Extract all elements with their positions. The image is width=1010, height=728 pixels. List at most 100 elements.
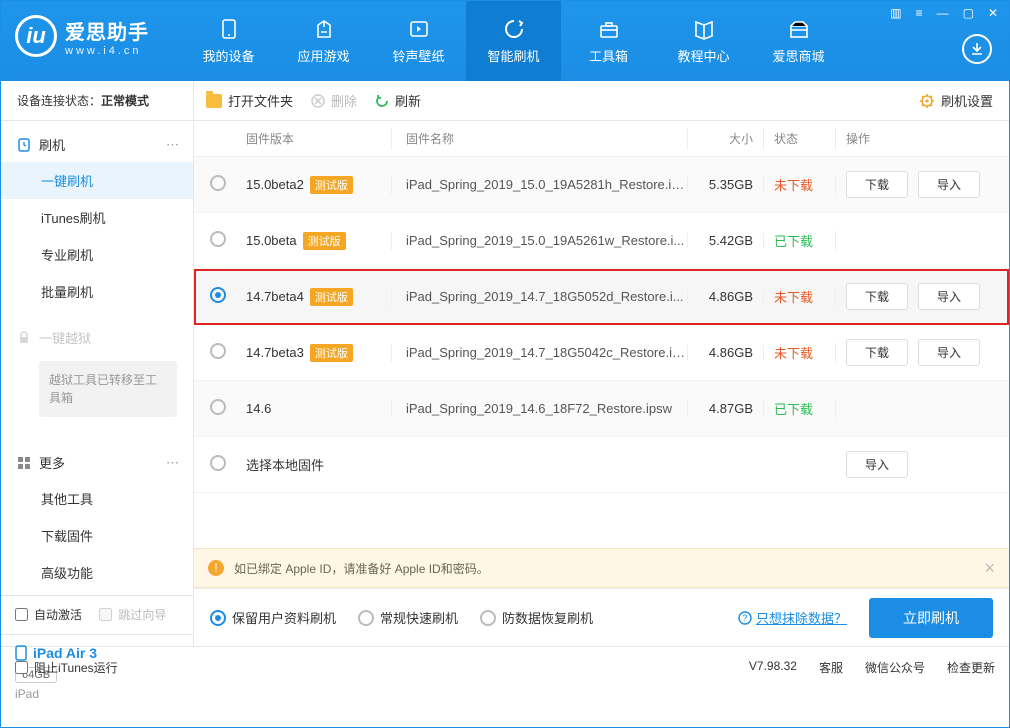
row-radio[interactable] — [210, 175, 226, 191]
header-version[interactable]: 固件版本 — [242, 128, 392, 150]
content-area: 打开文件夹 删除 刷新 刷机设置 固件版本 固件名称 大小 状态 操作 15.0… — [194, 81, 1009, 646]
mode-anti-recover[interactable]: 防数据恢复刷机 — [480, 608, 593, 627]
support-link[interactable]: 客服 — [819, 659, 843, 676]
sidebar-item-flash-3[interactable]: 批量刷机 — [1, 273, 193, 310]
sidebar-head-flash[interactable]: 刷机 ⋯ — [1, 127, 193, 162]
nav-item-5[interactable]: 教程中心 — [656, 1, 751, 81]
table-row[interactable]: 14.6iPad_Spring_2019_14.6_18F72_Restore.… — [194, 381, 1009, 437]
open-folder-button[interactable]: 打开文件夹 — [206, 91, 293, 110]
version-label: V7.98.32 — [749, 659, 797, 676]
mode-keep-data[interactable]: 保留用户资料刷机 — [210, 608, 336, 627]
nav-icon — [217, 18, 241, 40]
nav-item-0[interactable]: 我的设备 — [181, 1, 276, 81]
skin-icon[interactable]: ▥ — [886, 4, 905, 22]
table-body: 15.0beta2测试版iPad_Spring_2019_15.0_19A528… — [194, 157, 1009, 493]
row-radio[interactable] — [210, 399, 226, 415]
nav-icon — [597, 18, 621, 40]
sidebar-item-more-0[interactable]: 其他工具 — [1, 480, 193, 517]
beta-badge: 测试版 — [310, 176, 353, 194]
header-name[interactable]: 固件名称 — [392, 128, 688, 150]
download-button[interactable]: 下载 — [846, 171, 908, 198]
import-button[interactable]: 导入 — [846, 451, 908, 478]
table-header: 固件版本 固件名称 大小 状态 操作 — [194, 121, 1009, 157]
import-button[interactable]: 导入 — [918, 171, 980, 198]
top-nav: 我的设备应用游戏铃声壁纸智能刷机工具箱教程中心爱思商城 — [181, 1, 846, 81]
table-row[interactable]: 14.7beta4测试版iPad_Spring_2019_14.7_18G505… — [194, 269, 1009, 325]
header-size[interactable]: 大小 — [688, 128, 764, 150]
collapse-icon[interactable]: ⋯ — [166, 455, 177, 471]
table-row[interactable]: 14.7beta3测试版iPad_Spring_2019_14.7_18G504… — [194, 325, 1009, 381]
app-header: iu 爱思助手 www.i4.cn 我的设备应用游戏铃声壁纸智能刷机工具箱教程中… — [1, 1, 1009, 81]
auto-activate-checkbox[interactable]: 自动激活 — [15, 606, 82, 623]
wechat-link[interactable]: 微信公众号 — [865, 659, 925, 676]
row-filename: iPad_Spring_2019_15.0_19A5281h_Restore.i… — [406, 177, 687, 192]
mode-fast[interactable]: 常规快速刷机 — [358, 608, 458, 627]
download-manager-button[interactable] — [962, 34, 992, 64]
device-type: iPad — [15, 687, 179, 701]
menu-icon[interactable]: ≡ — [912, 4, 927, 22]
download-button[interactable]: 下载 — [846, 283, 908, 310]
row-filename: iPad_Spring_2019_14.6_18F72_Restore.ipsw — [406, 401, 687, 416]
row-filename: iPad_Spring_2019_14.7_18G5052d_Restore.i… — [406, 289, 687, 304]
row-radio[interactable] — [210, 343, 226, 359]
flash-settings-button[interactable]: 刷机设置 — [941, 91, 993, 110]
sidebar-head-more[interactable]: 更多 ⋯ — [1, 445, 193, 480]
sidebar-item-flash-1[interactable]: iTunes刷机 — [1, 199, 193, 236]
block-itunes-checkbox[interactable]: 阻止iTunes运行 — [15, 659, 118, 676]
nav-item-6[interactable]: 爱思商城 — [751, 1, 846, 81]
svg-text:?: ? — [742, 613, 747, 623]
table-row[interactable]: 15.0beta2测试版iPad_Spring_2019_15.0_19A528… — [194, 157, 1009, 213]
table-row-local[interactable]: 选择本地固件 导入 — [194, 437, 1009, 493]
delete-icon — [311, 94, 325, 108]
skip-guide-checkbox[interactable]: 跳过向导 — [99, 606, 166, 623]
row-filename: iPad_Spring_2019_15.0_19A5261w_Restore.i… — [406, 233, 687, 248]
minimize-icon[interactable]: — — [933, 4, 953, 22]
nav-item-1[interactable]: 应用游戏 — [276, 1, 371, 81]
close-hint-button[interactable]: × — [984, 558, 995, 579]
refresh-button[interactable]: 刷新 — [375, 91, 421, 110]
import-button[interactable]: 导入 — [918, 283, 980, 310]
download-button[interactable]: 下载 — [846, 339, 908, 366]
header-status[interactable]: 状态 — [764, 128, 836, 150]
row-status: 已下载 — [774, 234, 813, 249]
info-icon: ? — [738, 611, 752, 625]
brand-subtitle: www.i4.cn — [65, 45, 149, 57]
maximize-icon[interactable]: ▢ — [959, 4, 978, 22]
row-radio[interactable] — [210, 231, 226, 247]
erase-only-link[interactable]: ? 只想抹除数据？ — [738, 608, 847, 627]
sidebar-item-flash-0[interactable]: 一键刷机 — [1, 162, 193, 199]
apple-id-hint: ! 如已绑定 Apple ID，请准备好 Apple ID和密码。 × — [194, 548, 1009, 588]
row-size: 4.87GB — [688, 401, 764, 416]
connection-status: 设备连接状态：正常模式 — [1, 81, 193, 121]
nav-item-4[interactable]: 工具箱 — [561, 1, 656, 81]
jailbreak-note: 越狱工具已转移至工具箱 — [39, 361, 177, 417]
gear-icon — [919, 93, 935, 109]
row-version: 14.7beta3 — [246, 345, 304, 360]
row-filename: iPad_Spring_2019_14.7_18G5042c_Restore.i… — [406, 345, 687, 360]
row-radio[interactable] — [210, 287, 226, 303]
beta-badge: 测试版 — [303, 232, 346, 250]
row-size: 5.35GB — [688, 177, 764, 192]
delete-button[interactable]: 删除 — [311, 91, 357, 110]
table-row[interactable]: 15.0beta测试版iPad_Spring_2019_15.0_19A5261… — [194, 213, 1009, 269]
beta-badge: 测试版 — [310, 288, 353, 306]
check-update-link[interactable]: 检查更新 — [947, 659, 995, 676]
action-bar: 保留用户资料刷机 常规快速刷机 防数据恢复刷机 ? 只想抹除数据？ 立即刷机 — [194, 588, 1009, 646]
local-firmware-label: 选择本地固件 — [246, 458, 324, 473]
nav-item-2[interactable]: 铃声壁纸 — [371, 1, 466, 81]
sidebar-item-more-2[interactable]: 高级功能 — [1, 554, 193, 591]
sidebar-options: 自动激活 跳过向导 — [1, 595, 193, 634]
close-icon[interactable]: ✕ — [984, 4, 1002, 22]
start-flash-button[interactable]: 立即刷机 — [869, 598, 993, 638]
row-size: 5.42GB — [688, 233, 764, 248]
sidebar-head-jailbreak: 一键越狱 — [1, 320, 193, 355]
row-radio[interactable] — [210, 455, 226, 471]
nav-icon — [312, 18, 336, 40]
sidebar-item-flash-2[interactable]: 专业刷机 — [1, 236, 193, 273]
collapse-icon[interactable]: ⋯ — [166, 137, 177, 153]
import-button[interactable]: 导入 — [918, 339, 980, 366]
grid-icon — [17, 456, 31, 470]
nav-item-3[interactable]: 智能刷机 — [466, 1, 561, 81]
sidebar-item-more-1[interactable]: 下载固件 — [1, 517, 193, 554]
row-status: 未下载 — [774, 346, 813, 361]
